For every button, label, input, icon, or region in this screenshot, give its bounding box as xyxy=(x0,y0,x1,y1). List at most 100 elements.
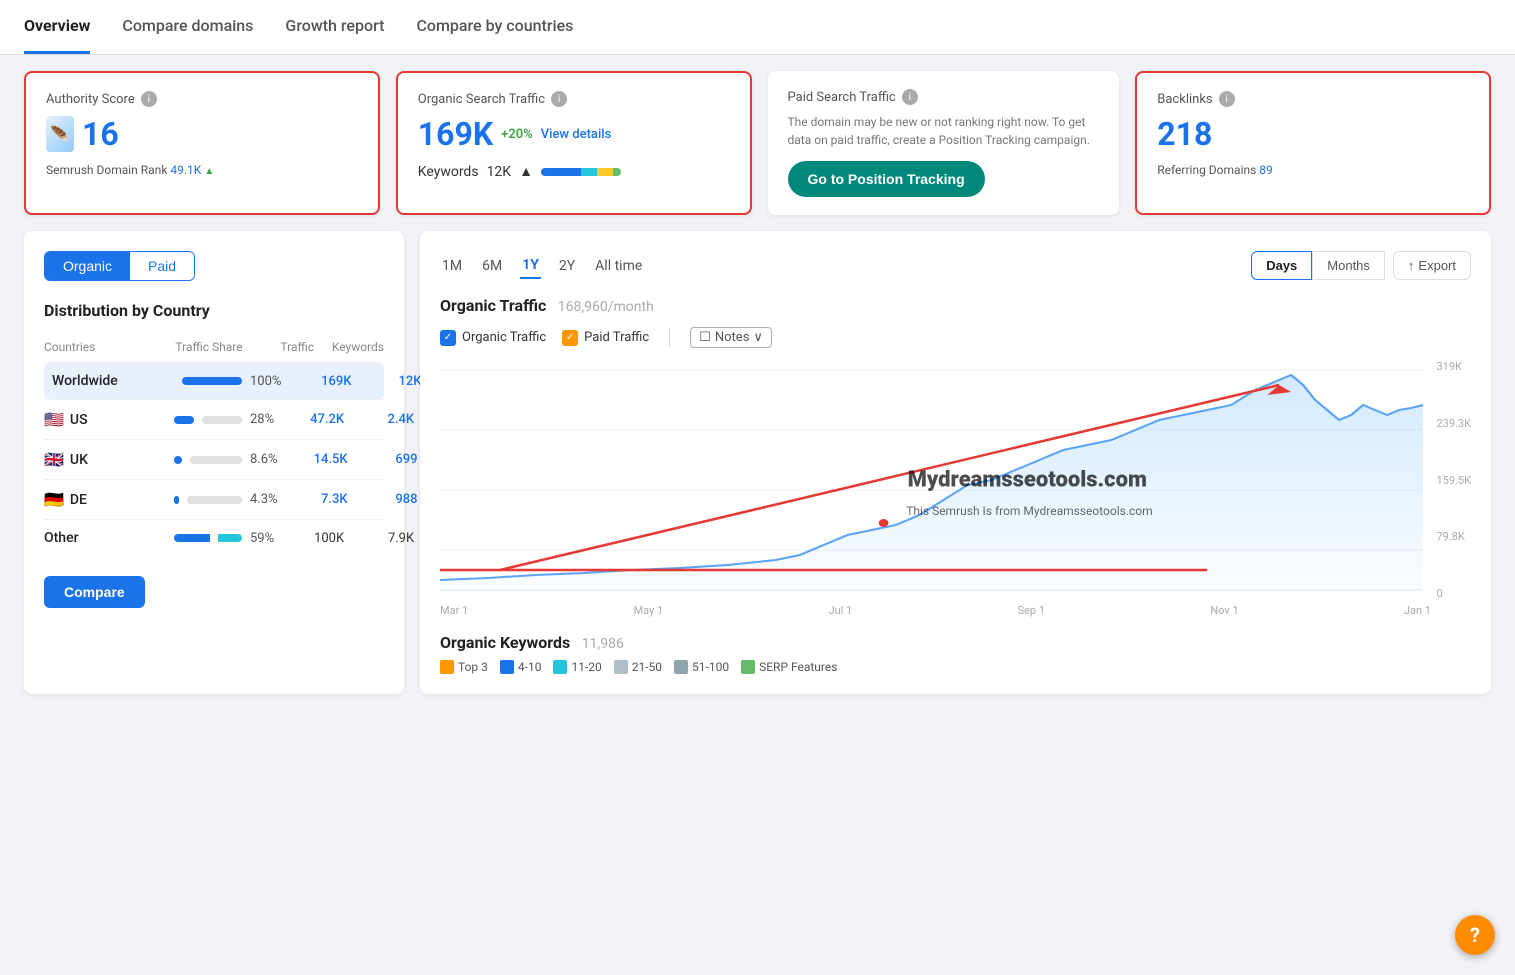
days-toggle-btn[interactable]: Days xyxy=(1251,251,1312,280)
bar-us xyxy=(174,416,194,424)
kw-legend-4-10: 4-10 xyxy=(500,660,542,674)
bar-de xyxy=(174,496,179,504)
tab-overview[interactable]: Overview xyxy=(24,0,90,54)
col-keywords: Keywords xyxy=(314,340,384,354)
kw-legend: Top 3 4-10 11-20 21-50 xyxy=(440,660,1471,674)
backlinks-card: Backlinks i 218 Referring Domains 89 xyxy=(1135,71,1491,215)
table-row: 🇺🇸US 28% 47.2K 2.4K xyxy=(44,399,384,439)
chart-subtitle: 168,960/month xyxy=(558,299,654,315)
paid-legend-icon: ✓ xyxy=(562,330,578,346)
kw-legend-box-11-20 xyxy=(553,660,567,674)
kw-legend-label-top3: Top 3 xyxy=(458,660,488,674)
table-row: Other 59% 100K 7.9K xyxy=(44,519,384,556)
organic-toggle-btn[interactable]: Organic xyxy=(45,252,130,280)
main-content: Organic Paid Distribution by Country Cou… xyxy=(0,231,1515,718)
organic-legend-label: Organic Traffic xyxy=(462,330,546,345)
bar-us-gray xyxy=(202,416,242,424)
kw-legend-label-11-20: 11-20 xyxy=(571,660,601,674)
paid-search-info-icon[interactable]: i xyxy=(902,89,918,105)
col-traffic: Traffic xyxy=(244,340,314,354)
go-to-position-tracking-button[interactable]: Go to Position Tracking xyxy=(788,161,985,197)
kw-legend-serp: SERP Features xyxy=(741,660,837,674)
export-button[interactable]: ↑ Export xyxy=(1393,251,1471,280)
tab-growth-report[interactable]: Growth report xyxy=(285,0,384,54)
x-label-1: Mar 1 xyxy=(440,604,468,617)
kw-legend-top3: Top 3 xyxy=(440,660,488,674)
kw-legend-label-serp: SERP Features xyxy=(759,660,837,674)
organic-search-info-icon[interactable]: i xyxy=(551,91,567,107)
notes-label: Notes xyxy=(715,330,750,345)
tab-compare-domains[interactable]: Compare domains xyxy=(122,0,253,54)
kw-legend-label-4-10: 4-10 xyxy=(518,660,542,674)
legend-organic: ✓ Organic Traffic xyxy=(440,330,546,346)
country-uk: 🇬🇧UK xyxy=(44,450,174,469)
time-pill-alltime[interactable]: All time xyxy=(593,254,644,278)
kw-legend-label-21-50: 21-50 xyxy=(632,660,662,674)
x-label-5: Nov 1 xyxy=(1210,604,1238,617)
keywords-label: Keywords xyxy=(418,164,479,180)
col-traffic-share: Traffic Share xyxy=(174,340,244,354)
kw-legend-11-20: 11-20 xyxy=(553,660,601,674)
paid-legend-label: Paid Traffic xyxy=(584,330,649,345)
kw-bar-seg3 xyxy=(597,168,613,176)
time-pill-1y[interactable]: 1Y xyxy=(520,253,541,279)
compare-button[interactable]: Compare xyxy=(44,576,145,608)
kw-legend-box-51-100 xyxy=(674,660,688,674)
view-details-link[interactable]: View details xyxy=(541,127,612,142)
left-panel: Organic Paid Distribution by Country Cou… xyxy=(24,231,404,694)
y-label-1: 0 xyxy=(1436,587,1471,600)
backlinks-info-icon[interactable]: i xyxy=(1219,91,1235,107)
backlinks-title: Backlinks xyxy=(1157,92,1212,107)
notes-chevron: ∨ xyxy=(753,330,763,345)
paid-toggle-btn[interactable]: Paid xyxy=(130,252,194,280)
time-pills: 1M 6M 1Y 2Y All time xyxy=(440,253,644,279)
y-label-5: 319K xyxy=(1436,360,1471,373)
x-label-2: May 1 xyxy=(634,604,664,617)
country-worldwide: Worldwide xyxy=(52,373,182,389)
organic-search-growth: +20% xyxy=(501,127,533,142)
keywords-uk: 699 xyxy=(348,452,418,467)
bar-de-gray xyxy=(187,496,242,504)
chart-legend: ✓ Organic Traffic ✓ Paid Traffic ☐ Notes… xyxy=(440,327,1471,348)
kw-legend-box-4-10 xyxy=(500,660,514,674)
notes-button[interactable]: ☐ Notes ∨ xyxy=(690,327,772,348)
pct-uk: 8.6% xyxy=(250,452,278,467)
backlinks-footer-value: 89 xyxy=(1259,163,1273,177)
chart-area: 319K 239.3K 159.5K 79.8K 0 xyxy=(440,360,1471,600)
chart-svg xyxy=(440,360,1471,600)
right-panel: 1M 6M 1Y 2Y All time Days Months ↑ Expor… xyxy=(420,231,1491,694)
pct-other: 59% xyxy=(250,531,274,546)
keywords-arrow: ▲ xyxy=(519,163,533,180)
authority-score-footer-label: Semrush Domain Rank xyxy=(46,163,167,177)
backlinks-value: 218 xyxy=(1157,115,1212,153)
kw-legend-label-51-100: 51-100 xyxy=(692,660,729,674)
x-axis: Mar 1 May 1 Jul 1 Sep 1 Nov 1 Jan 1 xyxy=(440,600,1471,617)
table-row: 🇩🇪DE 4.3% 7.3K 988 xyxy=(44,479,384,519)
time-pill-2y[interactable]: 2Y xyxy=(557,254,577,278)
country-us: 🇺🇸US xyxy=(44,410,174,429)
y-label-3: 159.5K xyxy=(1436,474,1471,487)
y-axis-labels: 319K 239.3K 159.5K 79.8K 0 xyxy=(1428,360,1471,600)
organic-search-card: Organic Search Traffic i 169K +20% View … xyxy=(396,71,752,215)
tab-compare-countries[interactable]: Compare by countries xyxy=(416,0,573,54)
notes-icon: ☐ xyxy=(699,330,711,345)
kw-legend-box-21-50 xyxy=(614,660,628,674)
time-controls: 1M 6M 1Y 2Y All time Days Months ↑ Expor… xyxy=(440,251,1471,280)
authority-score-title: Authority Score xyxy=(46,92,135,107)
time-pill-1m[interactable]: 1M xyxy=(440,254,464,278)
traffic-de: 7.3K xyxy=(278,492,348,507)
kw-legend-21-50: 21-50 xyxy=(614,660,662,674)
help-button[interactable]: ? xyxy=(1455,915,1495,955)
traffic-other: 100K xyxy=(274,531,344,546)
y-label-4: 239.3K xyxy=(1436,417,1471,430)
legend-divider xyxy=(669,328,670,348)
months-toggle-btn[interactable]: Months xyxy=(1312,251,1385,280)
backlinks-footer-label: Referring Domains xyxy=(1157,163,1256,177)
organic-search-title: Organic Search Traffic xyxy=(418,92,545,107)
legend-paid: ✓ Paid Traffic xyxy=(562,330,649,346)
organic-search-value: 169K xyxy=(418,115,493,153)
keywords-bar-track xyxy=(541,168,621,176)
authority-score-info-icon[interactable]: i xyxy=(141,91,157,107)
time-pill-6m[interactable]: 6M xyxy=(480,254,504,278)
kw-bar-seg1 xyxy=(541,168,581,176)
